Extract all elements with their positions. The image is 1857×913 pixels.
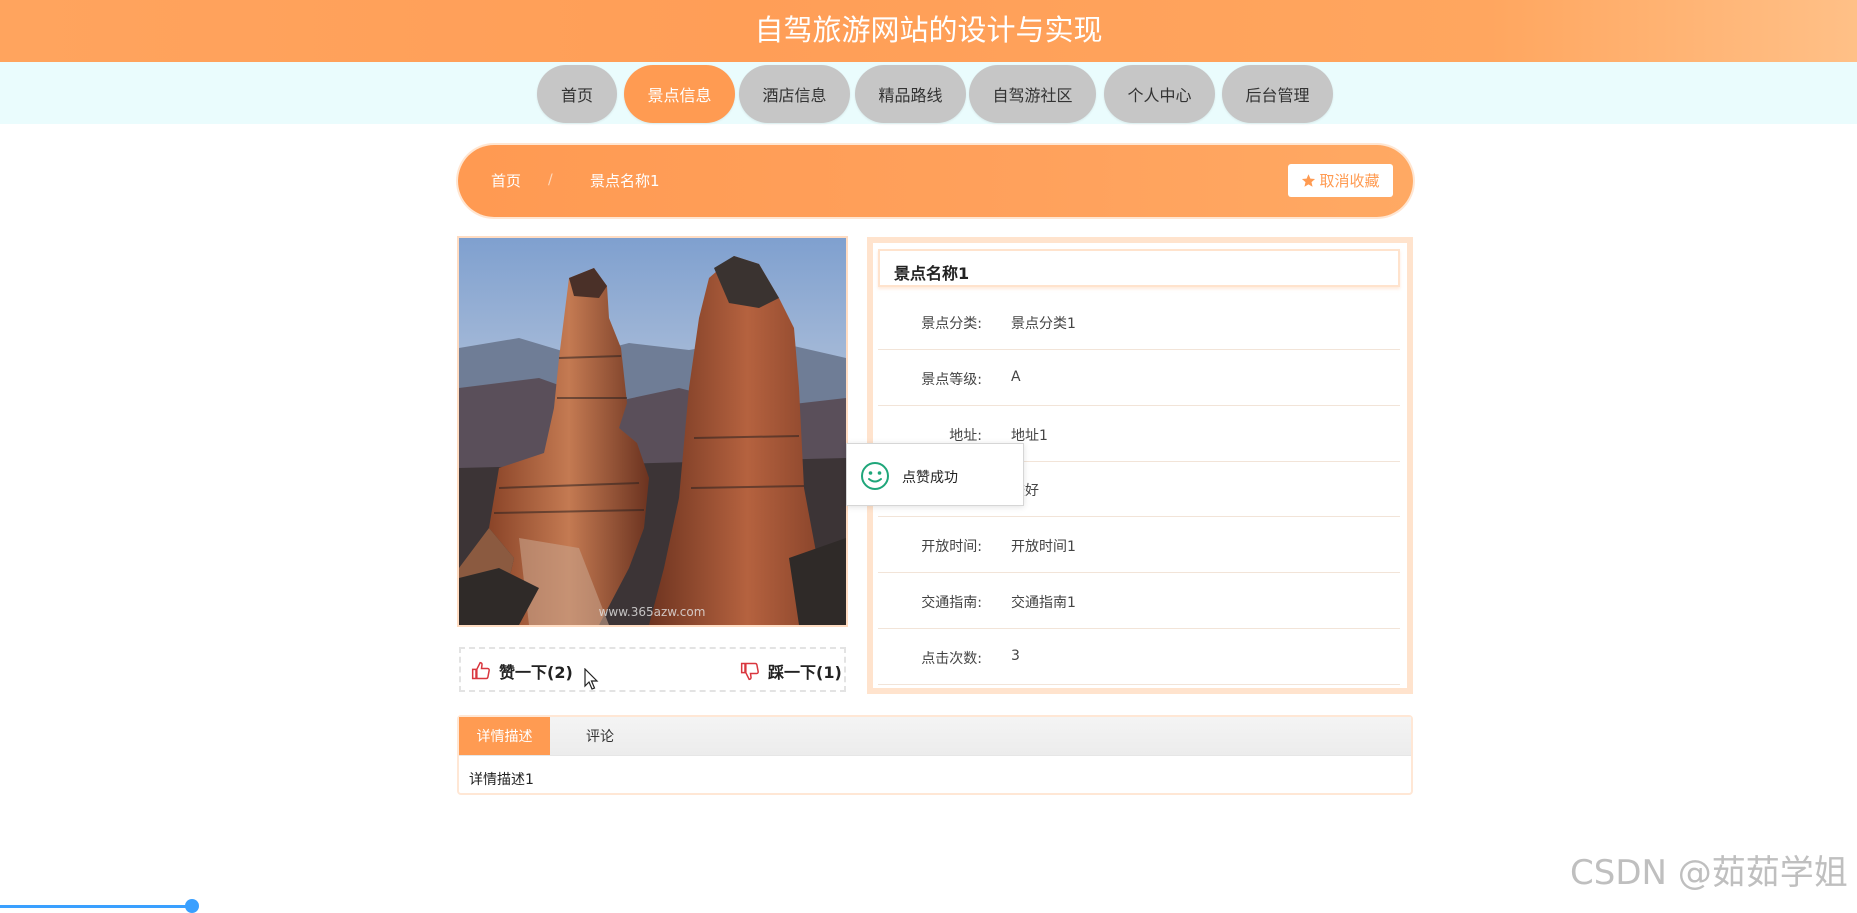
thumbs-up-icon (471, 661, 491, 681)
like-label: 赞一下(2) (499, 663, 573, 682)
detail-label: 开放时间: (921, 539, 982, 555)
nav-item-featured-routes[interactable]: 精品路线 (855, 65, 966, 123)
thumbs-down-icon (740, 661, 760, 681)
bottom-progress-bar (0, 905, 190, 908)
smile-icon (861, 462, 889, 490)
toast-text: 点赞成功 (902, 470, 958, 486)
dislike-label: 踩一下(1) (768, 663, 842, 682)
tab-strip: 详情描述 评论 (459, 717, 1411, 756)
tabs-panel: 详情描述 评论 详情描述1 (457, 715, 1413, 795)
detail-label: 交通指南: (921, 595, 982, 611)
detail-value: 3 (1011, 648, 1020, 664)
toast-message: 点赞成功 (846, 443, 1024, 506)
nav-item-personal-center[interactable]: 个人中心 (1104, 65, 1215, 123)
csdn-watermark: CSDN @茹茹学姐 (1570, 853, 1848, 893)
tab-detail-description[interactable]: 详情描述 (459, 717, 550, 755)
detail-row: 景点等级: A (878, 349, 1400, 406)
detail-label: 景点等级: (921, 372, 982, 388)
breadcrumb-current: 景点名称1 (590, 172, 660, 190)
vote-box: 赞一下(2) 踩一下(1) (459, 647, 846, 692)
detail-label: 景点分类: (921, 316, 982, 332)
nav-item-community[interactable]: 自驾游社区 (969, 65, 1096, 123)
detail-label: 点击次数: (921, 651, 982, 667)
tab-content: 详情描述1 (469, 772, 534, 788)
detail-row: 交通指南: 交通指南1 (878, 572, 1400, 629)
detail-label: 地址: (949, 428, 982, 444)
detail-row: 点击次数: 3 (878, 628, 1400, 685)
nav-item-admin[interactable]: 后台管理 (1222, 65, 1333, 123)
tab-comments[interactable]: 评论 (555, 717, 645, 755)
detail-title-box: 景点名称1 (878, 249, 1400, 287)
bottom-progress-knob[interactable] (185, 899, 199, 913)
unfavorite-button[interactable]: 取消收藏 (1288, 164, 1393, 197)
detail-value: A (1011, 369, 1021, 385)
detail-value: 开放时间1 (1011, 539, 1076, 555)
scenic-photo: www.365azw.com (457, 236, 848, 627)
site-title: 自驾旅游网站的设计与实现 (754, 13, 1103, 47)
detail-row: 景点分类: 景点分类1 (878, 293, 1400, 350)
dislike-button[interactable]: 踩一下(1) (740, 659, 842, 683)
unfavorite-label: 取消收藏 (1319, 172, 1380, 190)
detail-value: 地址1 (1011, 428, 1048, 444)
top-header: 自驾旅游网站的设计与实现 (0, 0, 1857, 62)
breadcrumb-home[interactable]: 首页 (491, 172, 521, 190)
detail-value: 交通指南1 (1011, 595, 1076, 611)
detail-value: 景点分类1 (1011, 316, 1076, 332)
mouse-cursor-icon (584, 668, 599, 690)
nav-item-scenic-info[interactable]: 景点信息 (624, 65, 735, 123)
nav-item-home[interactable]: 首页 (537, 65, 617, 123)
detail-title: 景点名称1 (894, 264, 970, 283)
photo-watermark: www.365azw.com (599, 605, 706, 619)
breadcrumb: 首页 / 景点名称1 取消收藏 (458, 145, 1413, 217)
like-button[interactable]: 赞一下(2) (471, 659, 573, 683)
detail-row: 开放时间: 开放时间1 (878, 516, 1400, 573)
breadcrumb-separator: / (548, 172, 553, 188)
nav-item-hotel-info[interactable]: 酒店信息 (739, 65, 850, 123)
star-icon (1301, 173, 1316, 188)
